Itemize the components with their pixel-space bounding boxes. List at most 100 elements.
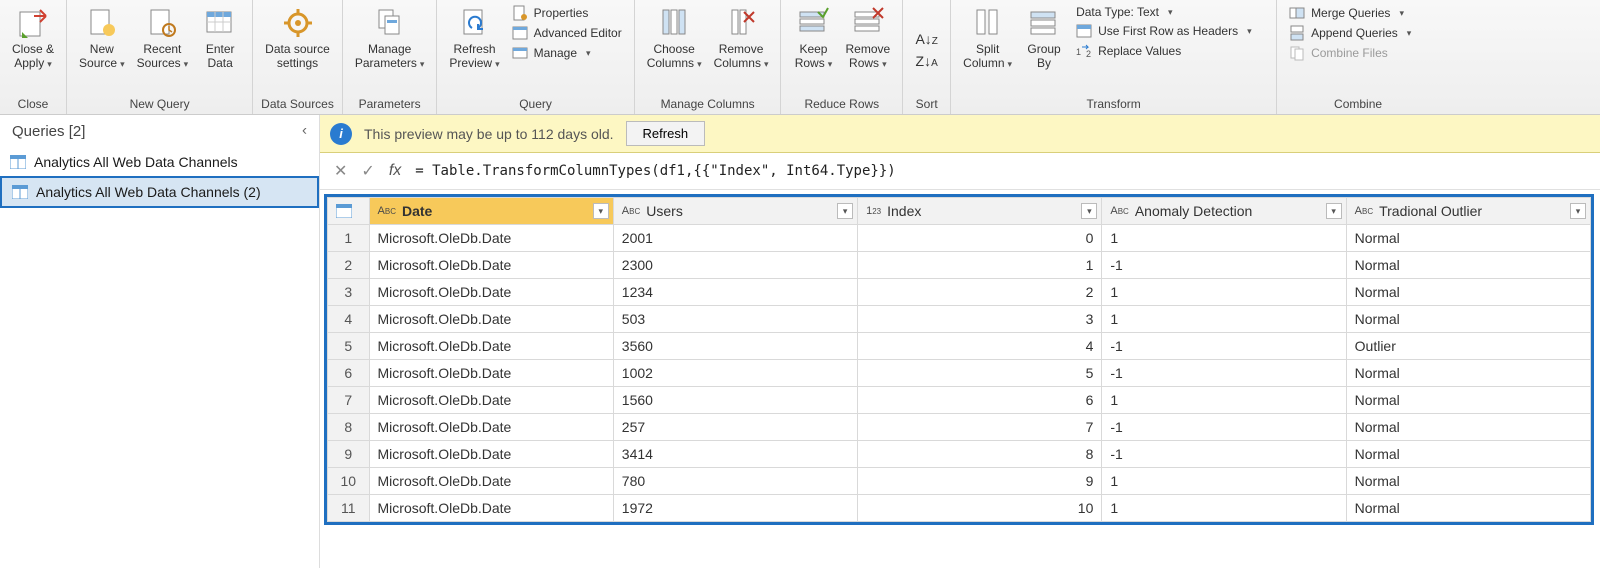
grid-corner[interactable] [328,198,370,225]
cell-anomaly[interactable]: -1 [1102,360,1346,387]
merge-queries-button[interactable]: Merge Queries [1287,4,1429,22]
table-row[interactable]: 1Microsoft.OleDb.Date200101Normal [328,225,1591,252]
cell-outlier[interactable]: Normal [1346,495,1590,522]
column-header-index[interactable]: 123Index [858,198,1102,225]
cell-date[interactable]: Microsoft.OleDb.Date [369,441,613,468]
cell-outlier[interactable]: Normal [1346,441,1590,468]
recent-sources-button[interactable]: Recent Sources [131,4,195,73]
cell-users[interactable]: 2300 [613,252,857,279]
cell-index[interactable]: 10 [858,495,1102,522]
row-number[interactable]: 3 [328,279,370,306]
manage-parameters-button[interactable]: Manage Parameters [349,4,431,73]
enter-data-button[interactable]: Enter Data [194,4,246,72]
table-row[interactable]: 8Microsoft.OleDb.Date2577-1Normal [328,414,1591,441]
cell-index[interactable]: 4 [858,333,1102,360]
column-header-users[interactable]: ABCUsers [613,198,857,225]
cell-index[interactable]: 6 [858,387,1102,414]
column-header-anomaly[interactable]: ABCAnomaly Detection [1102,198,1346,225]
formula-text[interactable]: = Table.TransformColumnTypes(df1,{{"Inde… [415,163,895,179]
cell-date[interactable]: Microsoft.OleDb.Date [369,252,613,279]
table-row[interactable]: 7Microsoft.OleDb.Date156061Normal [328,387,1591,414]
cell-index[interactable]: 3 [858,306,1102,333]
cell-outlier[interactable]: Normal [1346,414,1590,441]
sort-desc-button[interactable]: Z↓A [916,53,938,69]
column-filter-button[interactable] [1081,203,1097,219]
table-row[interactable]: 4Microsoft.OleDb.Date50331Normal [328,306,1591,333]
table-row[interactable]: 10Microsoft.OleDb.Date78091Normal [328,468,1591,495]
combine-files-button[interactable]: Combine Files [1287,44,1429,62]
column-filter-button[interactable] [593,203,609,219]
cell-outlier[interactable]: Normal [1346,306,1590,333]
column-filter-button[interactable] [1326,203,1342,219]
table-row[interactable]: 6Microsoft.OleDb.Date10025-1Normal [328,360,1591,387]
formula-cancel-icon[interactable]: ✕ [334,161,347,181]
column-filter-button[interactable] [1570,203,1586,219]
cell-outlier[interactable]: Normal [1346,279,1590,306]
cell-anomaly[interactable]: -1 [1102,333,1346,360]
query-item[interactable]: Analytics All Web Data Channels [0,148,319,176]
cell-anomaly[interactable]: 1 [1102,387,1346,414]
cell-date[interactable]: Microsoft.OleDb.Date [369,306,613,333]
cell-date[interactable]: Microsoft.OleDb.Date [369,468,613,495]
column-header-date[interactable]: ABCDate [369,198,613,225]
cell-outlier[interactable]: Normal [1346,468,1590,495]
close-apply-button[interactable]: Close & Apply [6,4,60,73]
table-row[interactable]: 3Microsoft.OleDb.Date123421Normal [328,279,1591,306]
cell-outlier[interactable]: Normal [1346,225,1590,252]
append-queries-button[interactable]: Append Queries [1287,24,1429,42]
cell-date[interactable]: Microsoft.OleDb.Date [369,333,613,360]
row-number[interactable]: 11 [328,495,370,522]
notice-refresh-button[interactable]: Refresh [626,121,706,146]
cell-users[interactable]: 3560 [613,333,857,360]
table-row[interactable]: 11Microsoft.OleDb.Date1972101Normal [328,495,1591,522]
cell-index[interactable]: 7 [858,414,1102,441]
fx-icon[interactable]: fx [389,162,401,180]
cell-outlier[interactable]: Normal [1346,252,1590,279]
cell-index[interactable]: 8 [858,441,1102,468]
cell-users[interactable]: 1002 [613,360,857,387]
cell-anomaly[interactable]: 1 [1102,279,1346,306]
manage-button[interactable]: Manage [510,44,624,62]
collapse-pane-icon[interactable]: › [302,123,307,140]
cell-outlier[interactable]: Outlier [1346,333,1590,360]
cell-anomaly[interactable]: -1 [1102,414,1346,441]
choose-columns-button[interactable]: Choose Columns [641,4,708,73]
cell-date[interactable]: Microsoft.OleDb.Date [369,495,613,522]
cell-anomaly[interactable]: -1 [1102,441,1346,468]
row-number[interactable]: 9 [328,441,370,468]
cell-index[interactable]: 9 [858,468,1102,495]
cell-users[interactable]: 1234 [613,279,857,306]
cell-anomaly[interactable]: -1 [1102,252,1346,279]
cell-outlier[interactable]: Normal [1346,387,1590,414]
cell-date[interactable]: Microsoft.OleDb.Date [369,225,613,252]
cell-date[interactable]: Microsoft.OleDb.Date [369,414,613,441]
first-row-headers-button[interactable]: Use First Row as Headers [1074,22,1266,40]
query-item-selected[interactable]: Analytics All Web Data Channels (2) [0,176,319,208]
cell-date[interactable]: Microsoft.OleDb.Date [369,387,613,414]
cell-users[interactable]: 1972 [613,495,857,522]
data-source-settings-button[interactable]: Data source settings [259,4,336,72]
row-number[interactable]: 2 [328,252,370,279]
cell-users[interactable]: 2001 [613,225,857,252]
cell-index[interactable]: 5 [858,360,1102,387]
cell-anomaly[interactable]: 1 [1102,225,1346,252]
data-type-button[interactable]: Data Type: Text [1074,4,1266,20]
new-source-button[interactable]: New Source [73,4,131,73]
cell-users[interactable]: 1560 [613,387,857,414]
cell-anomaly[interactable]: 1 [1102,306,1346,333]
cell-index[interactable]: 2 [858,279,1102,306]
cell-date[interactable]: Microsoft.OleDb.Date [369,279,613,306]
row-number[interactable]: 4 [328,306,370,333]
cell-index[interactable]: 0 [858,225,1102,252]
remove-columns-button[interactable]: Remove Columns [708,4,775,73]
remove-rows-button[interactable]: Remove Rows [839,4,896,73]
row-number[interactable]: 1 [328,225,370,252]
row-number[interactable]: 7 [328,387,370,414]
cell-outlier[interactable]: Normal [1346,360,1590,387]
cell-users[interactable]: 3414 [613,441,857,468]
row-number[interactable]: 6 [328,360,370,387]
cell-users[interactable]: 503 [613,306,857,333]
advanced-editor-button[interactable]: Advanced Editor [510,24,624,42]
column-header-outlier[interactable]: ABCTradional Outlier [1346,198,1590,225]
replace-values-button[interactable]: 12Replace Values [1074,42,1266,60]
